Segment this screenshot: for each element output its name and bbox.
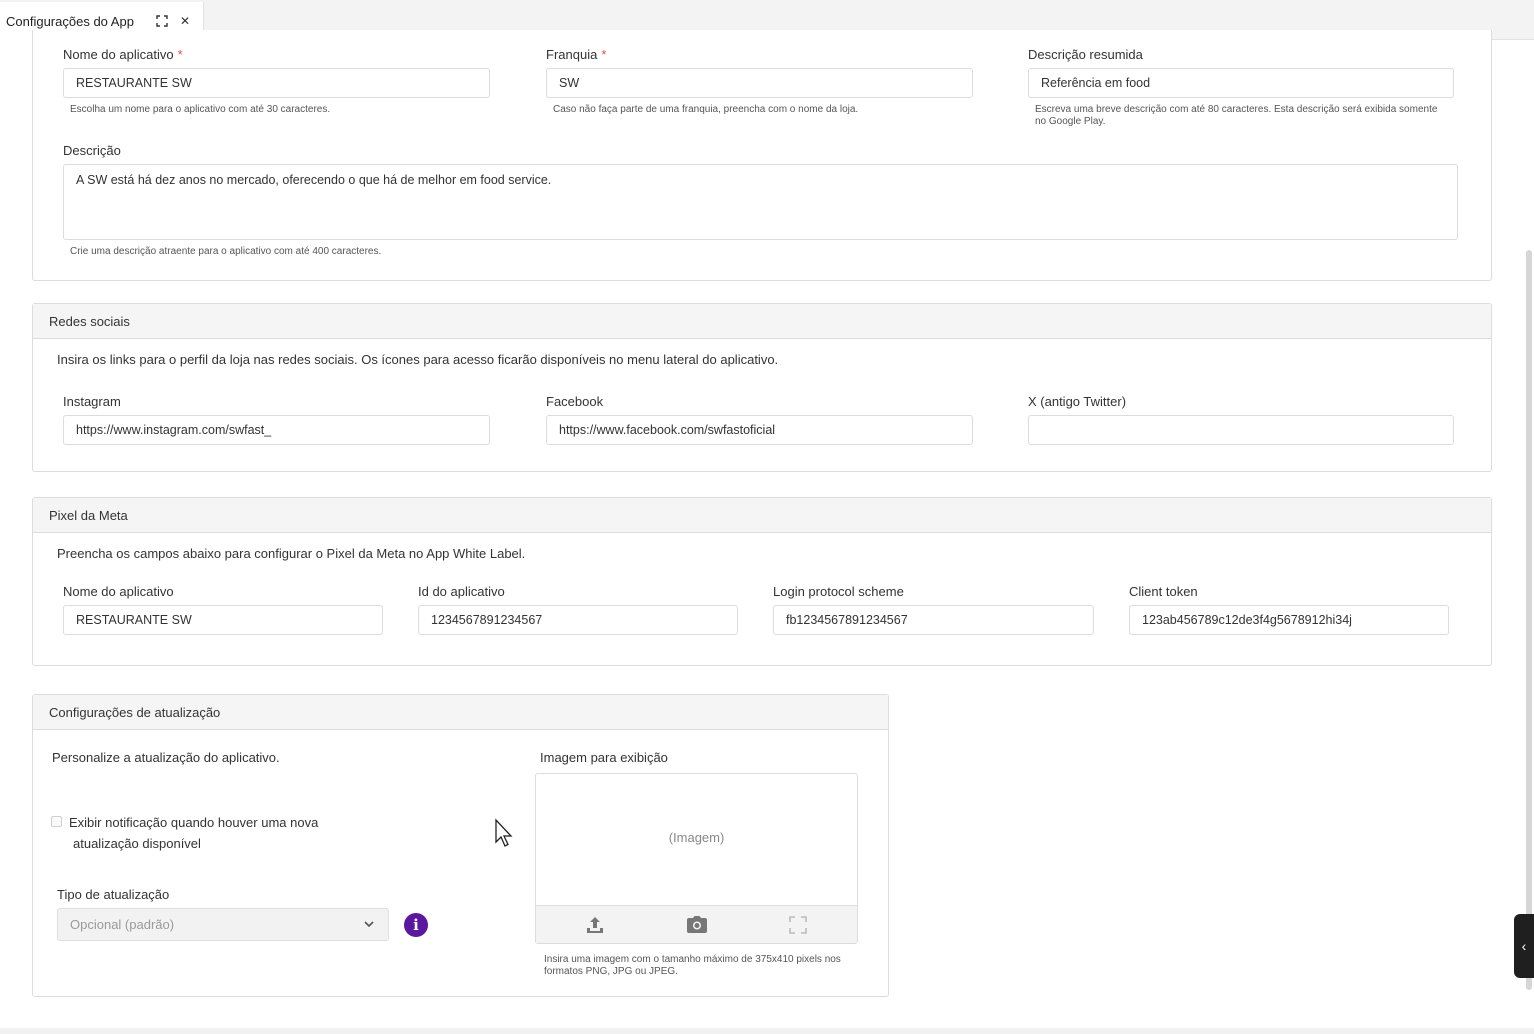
twitter-input[interactable] [1028, 415, 1454, 445]
pixel-intro: Preencha os campos abaixo para configura… [57, 546, 526, 561]
short-desc-help: Escreva uma breve descrição com até 80 c… [1035, 104, 1438, 127]
scrollbar[interactable] [1526, 250, 1532, 990]
update-type-value: Opcional (padrão) [70, 917, 175, 932]
upload-icon[interactable] [584, 914, 606, 936]
update-panel-title: Configurações de atualização [33, 695, 888, 730]
image-dropzone[interactable]: (Imagem) [535, 773, 858, 944]
mouse-cursor-icon [495, 818, 513, 847]
pixel-app-name-label: Nome do aplicativo [63, 584, 174, 599]
pixel-login-scheme-input[interactable]: fb1234567891234567 [773, 605, 1094, 635]
notify-checkbox[interactable] [51, 816, 62, 827]
notify-label: Exibir notificação quando houver uma nov… [69, 815, 319, 851]
description-textarea[interactable]: A SW está há dez anos no mercado, oferec… [63, 164, 1458, 240]
twitter-label: X (antigo Twitter) [1028, 394, 1127, 409]
instagram-label: Instagram [63, 394, 121, 409]
close-icon[interactable]: ✕ [175, 11, 195, 31]
sidebar-toggle-chevron-left-icon[interactable]: ‹ [1514, 914, 1534, 978]
short-desc-label: Descrição resumida [1028, 47, 1143, 62]
facebook-input[interactable]: https://www.facebook.com/swfastoficial [546, 415, 973, 445]
facebook-label: Facebook [546, 394, 604, 409]
instagram-input[interactable]: https://www.instagram.com/swfast_ [63, 415, 490, 445]
app-name-help: Escolha um nome para o aplicativo com at… [70, 104, 331, 115]
info-icon[interactable]: i [404, 913, 428, 937]
app-name-label: Nome do aplicativo * [63, 47, 183, 62]
fullscreen-icon[interactable] [787, 914, 809, 936]
pixel-app-name-input[interactable]: RESTAURANTE SW [63, 605, 383, 635]
social-panel: Redes sociais [32, 303, 1492, 472]
chevron-down-icon [364, 921, 374, 928]
franchise-input[interactable]: SW [546, 68, 973, 98]
social-intro: Insira os links para o perfil da loja na… [57, 352, 779, 367]
franchise-help: Caso não faça parte de uma franquia, pre… [553, 104, 859, 115]
image-toolbar [536, 905, 857, 943]
update-intro: Personalize a atualização do aplicativo. [52, 750, 280, 765]
update-type-select[interactable]: Opcional (padrão) [57, 908, 389, 941]
pixel-login-scheme-label: Login protocol scheme [773, 584, 904, 599]
expand-icon[interactable] [152, 11, 172, 31]
image-label: Imagem para exibição [540, 750, 668, 765]
social-panel-title: Redes sociais [33, 304, 1491, 339]
description-label: Descrição [63, 143, 121, 158]
description-help: Crie uma descrição atraente para o aplic… [70, 246, 382, 257]
pixel-app-id-input[interactable]: 1234567891234567 [418, 605, 738, 635]
bottom-bar [0, 1028, 1534, 1034]
franchise-label: Franquia * [546, 47, 607, 62]
camera-icon[interactable] [686, 914, 708, 936]
pixel-panel: Pixel da Meta [32, 497, 1492, 666]
pixel-client-token-label: Client token [1129, 584, 1198, 599]
image-placeholder: (Imagem) [668, 830, 725, 845]
app-name-input[interactable]: RESTAURANTE SW [63, 68, 490, 98]
image-help: Insira uma imagem com o tamanho máximo d… [544, 954, 841, 977]
tab-title: Configurações do App [6, 13, 134, 29]
short-desc-input[interactable]: Referência em food [1028, 68, 1454, 98]
pixel-app-id-label: Id do aplicativo [418, 584, 505, 599]
update-type-label: Tipo de atualização [57, 887, 170, 902]
pixel-panel-title: Pixel da Meta [33, 498, 1491, 533]
pixel-client-token-input[interactable]: 123ab456789c12de3f4g5678912hi34j [1129, 605, 1449, 635]
